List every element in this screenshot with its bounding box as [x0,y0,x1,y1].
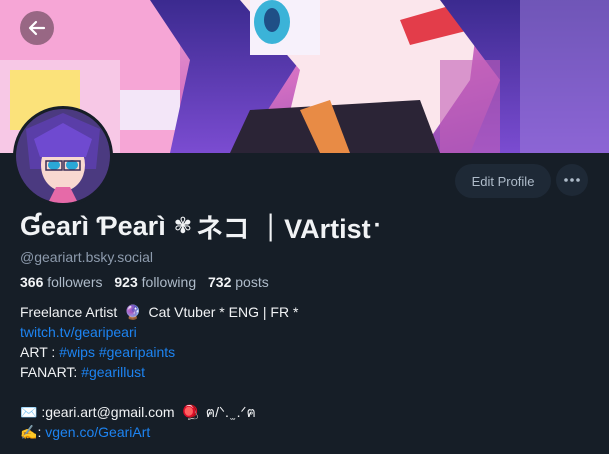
hashtag-wips[interactable]: #wips [59,344,95,360]
followers-link[interactable]: 366 followers [20,274,103,290]
profile-stats: 366 followers 923 following 732 posts [20,274,277,290]
following-link[interactable]: 923 following [114,274,196,290]
twitch-link[interactable]: twitch.tv/gearipeari [20,324,137,340]
posts-label: posts [235,274,269,290]
hashtag-gearipaints[interactable]: #gearipaints [99,344,175,360]
bio-line-4: FANART: #gearillust [20,362,590,382]
yoyo-icon: 🪀 [181,404,199,420]
arrow-left-icon [28,20,46,36]
following-label: following [141,274,197,290]
bio-line-6: ✉️ :geari.art@gmail.com 🪀 ฅ/ᐠ. ̫ .ᐟฅ [20,402,590,422]
ellipsis-icon [564,178,580,182]
bio-line-1: Freelance Artist 🔮 Cat Vtuber * ENG | FR… [20,302,590,322]
display-name-prefix: Ɠearì Ƥearì [20,210,166,241]
vgen-link[interactable]: vgen.co/GeariArt [45,424,150,440]
hashtag-gearillust[interactable]: #gearillust [81,364,145,380]
bio-email: :geari.art@gmail.com [37,404,175,420]
flower-icon: ✾ [173,213,193,238]
more-options-button[interactable] [556,164,588,196]
bio-fanart-label: FANART: [20,364,82,380]
bio-spacer [20,382,590,402]
bio-line-3: ART : #wips #gearipaints [20,342,590,362]
bio-line-7: ✍️: vgen.co/GeariArt [20,422,590,442]
edit-profile-button[interactable]: Edit Profile [455,164,551,198]
profile-bio: Freelance Artist 🔮 Cat Vtuber * ENG | FR… [20,302,590,442]
bio-art-label: ART : [20,344,60,360]
posts-count: 732 [208,274,232,290]
bio-line-2: twitch.tv/gearipeari [20,322,590,342]
writing-hand-icon: ✍️ [20,424,38,440]
name-dot: · [373,212,382,239]
following-count: 923 [114,274,138,290]
followers-count: 366 [20,274,44,290]
profile-page: Edit Profile Ɠearì Ƥearì ✾ ネコ ｜VArtist ·… [0,0,609,454]
followers-label: followers [47,274,103,290]
display-name-suffix: ネコ ｜VArtist [196,213,371,244]
handle: @geariart.bsky.social [20,249,153,265]
display-name: Ɠearì Ƥearì ✾ ネコ ｜VArtist · [20,208,382,244]
bio-text-freelance: Freelance Artist [20,304,118,320]
avatar[interactable] [13,106,113,206]
bio-kaomoji: ฅ/ᐠ. ̫ .ᐟฅ [201,404,256,420]
bio-text-vtuber: Cat Vtuber * ENG | FR * [148,304,299,320]
crystal-ball-icon: 🔮 [124,304,142,320]
back-button[interactable] [20,11,54,45]
envelope-icon: ✉️ [20,404,38,420]
posts-stat: 732 posts [208,274,269,290]
